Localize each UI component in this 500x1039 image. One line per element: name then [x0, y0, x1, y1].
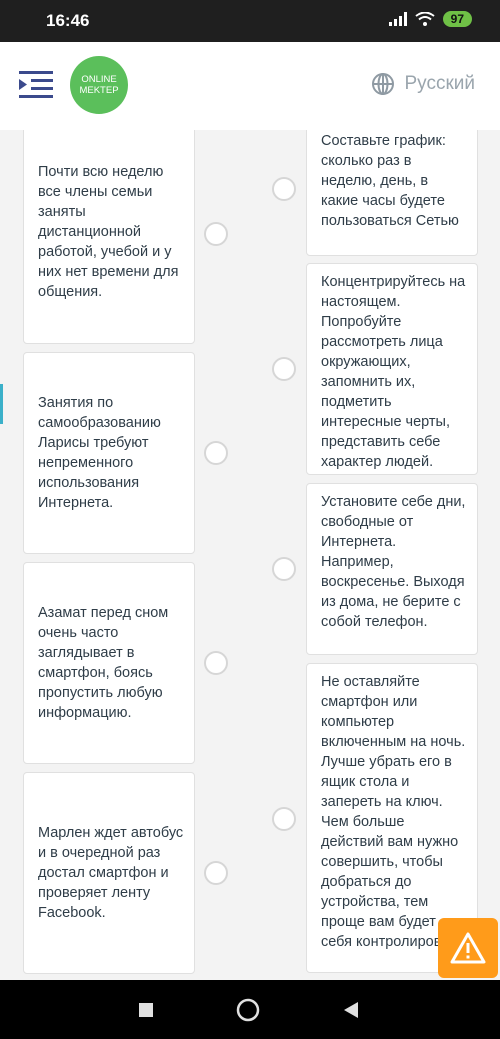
left-card-3[interactable]: Азамат перед сном очень часто заглядывае… — [23, 562, 195, 764]
globe-icon — [371, 73, 394, 95]
back-icon[interactable] — [343, 1001, 359, 1019]
left-card-2-text: Занятия по самообразованию Ларисы требую… — [38, 395, 161, 511]
status-bar: 16:46 97 — [0, 0, 500, 42]
right-card-2[interactable]: Концентрируйтесь на настоящем. Попробуйт… — [306, 263, 478, 475]
app-header: ONLINE MEKTEP Русский — [0, 42, 500, 130]
right-card-3[interactable]: Установите себе дни, свободные от Интерн… — [306, 483, 478, 655]
side-scroll-marker — [0, 384, 3, 424]
menu-icon[interactable] — [19, 69, 53, 101]
wifi-icon — [415, 12, 435, 26]
logo-text-line2: MEKTEP — [79, 85, 119, 96]
system-nav-bar — [0, 980, 500, 1039]
language-selector[interactable]: Русский — [371, 72, 476, 96]
status-time: 16:46 — [46, 11, 90, 30]
right-radio-2[interactable] — [272, 357, 296, 381]
right-radio-4[interactable] — [272, 807, 296, 831]
left-radio-1[interactable] — [204, 222, 228, 246]
left-card-4[interactable]: Марлен ждет автобус и в очередной раз до… — [23, 772, 195, 974]
left-card-4-text: Марлен ждет автобус и в очередной раз до… — [38, 825, 184, 921]
battery-indicator: 97 — [442, 11, 472, 27]
online-mektep-logo[interactable]: ONLINE MEKTEP — [70, 56, 128, 114]
warning-icon — [450, 932, 486, 964]
right-card-4-text: Не оставляйте смартфон или компьютер вкл… — [321, 674, 466, 950]
status-icons: 97 — [388, 11, 472, 27]
right-radio-3[interactable] — [272, 557, 296, 581]
report-button[interactable] — [438, 918, 498, 978]
left-card-2[interactable]: Занятия по самообразованию Ларисы требую… — [23, 352, 195, 554]
home-icon[interactable] — [236, 998, 260, 1022]
logo-text-line1: ONLINE — [81, 74, 117, 85]
right-card-2-text: Концентрируйтесь на настоящем. Попробуйт… — [321, 274, 466, 470]
right-card-1-text: Составьте график: сколько раз в неделю, … — [321, 133, 459, 229]
left-card-3-text: Азамат перед сном очень часто заглядывае… — [38, 605, 169, 721]
language-label: Русский — [404, 73, 476, 94]
right-card-3-text: Установите себе дни, свободные от Интерн… — [321, 494, 466, 630]
left-card-1[interactable]: Почти всю неделю все члены семьи заняты … — [23, 130, 195, 344]
left-radio-3[interactable] — [204, 651, 228, 675]
right-card-1[interactable]: Составьте график: сколько раз в неделю, … — [306, 130, 478, 256]
left-radio-4[interactable] — [204, 861, 228, 885]
matching-exercise: Почти всю неделю все члены семьи заняты … — [0, 130, 500, 980]
left-radio-2[interactable] — [204, 441, 228, 465]
right-radio-1[interactable] — [272, 177, 296, 201]
left-card-1-text: Почти всю неделю все члены семьи заняты … — [38, 164, 179, 300]
recents-icon[interactable] — [138, 1002, 154, 1018]
signal-icon — [388, 12, 407, 26]
